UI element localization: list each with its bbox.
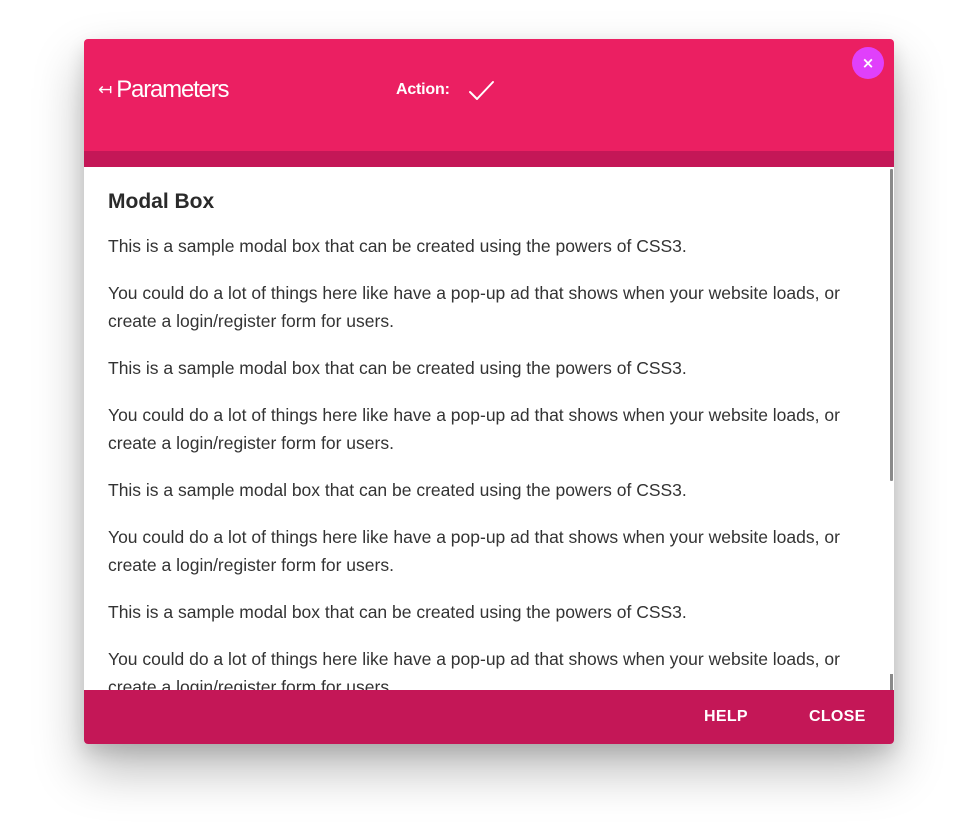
content-paragraph: You could do a lot of things here like h…	[108, 527, 840, 575]
check-icon[interactable]	[468, 79, 496, 103]
action-label: Action:	[396, 81, 450, 98]
back-arrow-icon: ↤	[98, 79, 113, 100]
content-paragraph: You could do a lot of things here like h…	[108, 405, 840, 453]
modal-dialog: ↤ Parameters Action: × Modal Box This is…	[84, 39, 894, 744]
scrollbar[interactable]	[889, 167, 894, 690]
content-paragraph: You could do a lot of things here like h…	[108, 649, 840, 690]
modal-header: ↤ Parameters Action: ×	[84, 39, 894, 151]
modal-footer: HELP CLOSE	[84, 690, 894, 744]
back-button[interactable]: ↤ Parameters	[98, 75, 229, 105]
header-divider	[84, 151, 894, 167]
modal-title: Modal Box	[108, 190, 215, 213]
content-paragraph: This is a sample modal box that can be c…	[108, 602, 687, 622]
close-icon[interactable]: ×	[852, 47, 884, 79]
content-body: Modal Box This is a sample modal box tha…	[108, 167, 848, 690]
modal-content[interactable]: Modal Box This is a sample modal box tha…	[84, 167, 894, 690]
help-button[interactable]: HELP	[704, 690, 748, 744]
content-paragraph: This is a sample modal box that can be c…	[108, 480, 687, 500]
content-paragraph: This is a sample modal box that can be c…	[108, 236, 687, 256]
content-paragraph: This is a sample modal box that can be c…	[108, 358, 687, 378]
scrollbar-end	[890, 674, 893, 690]
scrollbar-thumb[interactable]	[890, 169, 893, 481]
content-paragraph: You could do a lot of things here like h…	[108, 283, 840, 331]
close-button[interactable]: CLOSE	[809, 690, 866, 744]
back-label: Parameters	[116, 76, 229, 103]
